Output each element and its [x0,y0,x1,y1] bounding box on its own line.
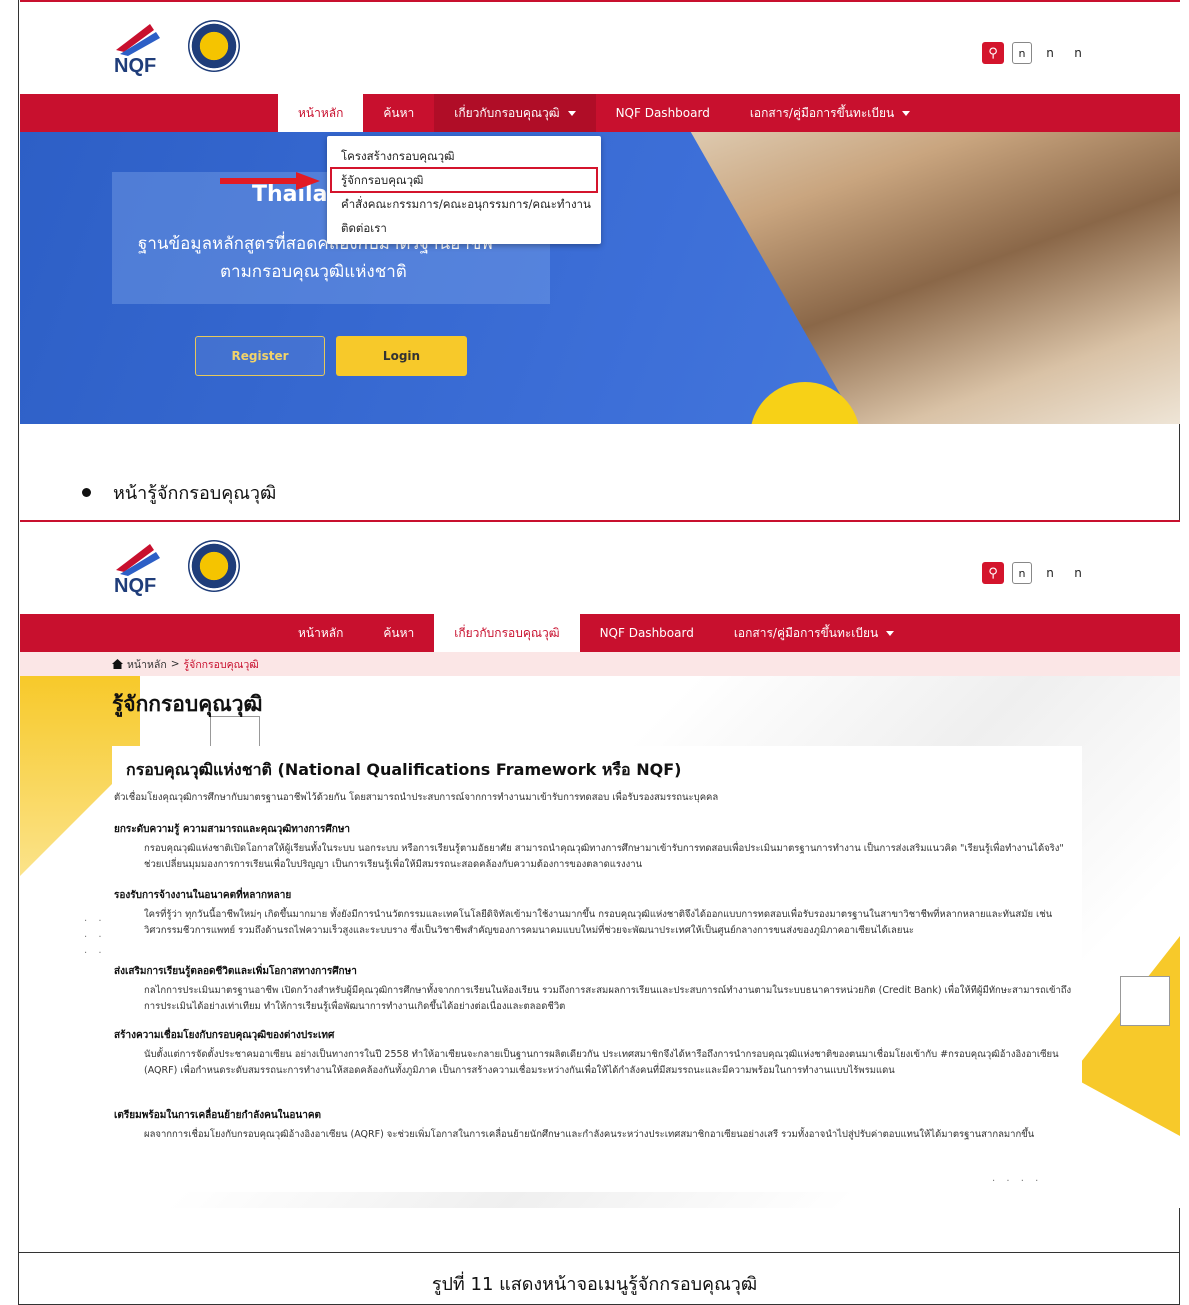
nav-dashboard[interactable]: NQF Dashboard [596,94,730,132]
breadcrumb-separator: > [170,658,180,670]
hero-photo [690,132,1180,424]
section-body: กลไกการประเมินมาตรฐานอาชีพ เปิดกว้างสำหร… [144,985,1072,1012]
nav-home[interactable]: หน้าหลัก [278,94,364,132]
screenshot-know-nqf-page: NQF ⚲ n n n หน้าหลัก ค้นหา เกี่ยวกับกรอบ… [20,520,1180,1250]
nav-documents[interactable]: เอกสาร/คู่มือการขึ้นทะเบียน [714,614,914,652]
header-tools: ⚲ n n n [982,562,1088,584]
breadcrumb: หน้าหลัก > รู้จักกรอบคุณวุฒิ [20,652,1180,676]
caret-down-icon [567,110,576,116]
hero-banner: Thailand ฐานข้อมูลหลักสูตรที่สอดคล้องกับ… [20,132,1180,424]
font-size-large[interactable]: n [1068,42,1088,64]
section-title: ยกระดับความรู้ ความสามารถและคุณวุฒิทางกา… [114,824,351,835]
font-size-medium[interactable]: n [1040,562,1060,584]
nav-about[interactable]: เกี่ยวกับกรอบคุณวุฒิ [434,94,596,132]
nav-dashboard[interactable]: NQF Dashboard [580,614,714,652]
menu-item-orders[interactable]: คำสั่งคณะกรรมการ/คณะอนุกรรมการ/คณะทำงาน [327,192,601,216]
section-title: ส่งเสริมการเรียนรู้ตลอดชีวิตและเพิ่มโอกา… [114,966,357,977]
section-body: ผลจากการเชื่อมโยงกับกรอบคุณวุฒิอ้างอิงอา… [144,1129,1035,1140]
caption-divider [18,1252,1180,1253]
section: เตรียมพร้อมในการเคลื่อนย้ายกำลังคนในอนาค… [114,1108,1076,1143]
menu-item-contact[interactable]: ติดต่อเรา [327,216,601,240]
figure-caption: รูปที่ 11 แสดงหน้าจอเมนูรู้จักกรอบคุณวุฒ… [431,1274,758,1295]
bullet-dot [82,488,91,497]
menu-item-structure[interactable]: โครงสร้างกรอบคุณวุฒิ [327,144,601,168]
nav-about-label: เกี่ยวกับกรอบคุณวุฒิ [454,105,560,120]
nav-documents-label: เอกสาร/คู่มือการขึ้นทะเบียน [749,105,895,120]
decor-square [1120,976,1170,1026]
nqf-logo[interactable]: NQF [110,540,174,598]
nav-search[interactable]: ค้นหา [363,94,434,132]
bullet-text: หน้ารู้จักกรอบคุณวุฒิ [113,483,277,504]
breadcrumb-home[interactable]: หน้าหลัก [127,656,167,673]
hero-subtitle-line2: ตามกรอบคุณวุฒิแห่งชาติ [220,262,407,282]
section: รองรับการจ้างงานในอนาคตที่หลากหลาย ใครที… [114,888,1076,939]
bullet-item: หน้ารู้จักกรอบคุณวุฒิ [82,478,276,507]
font-size-large[interactable]: n [1068,562,1088,584]
page-content: รู้จักกรอบคุณวุฒิ · · · · · · · · · · · … [20,676,1180,1208]
home-icon[interactable] [112,659,123,669]
seal-logo [188,20,240,72]
breadcrumb-current: รู้จักกรอบคุณวุฒิ [183,658,259,671]
main-nav: หน้าหลัก ค้นหา เกี่ยวกับกรอบคุณวุฒิ NQF … [20,94,1180,132]
svg-text:NQF: NQF [114,55,156,77]
main-nav: หน้าหลัก ค้นหา เกี่ยวกับกรอบคุณวุฒิ NQF … [20,614,1180,652]
search-icon[interactable]: ⚲ [982,42,1004,64]
seal-logo [188,540,240,592]
header-tools: ⚲ n n n [982,42,1088,64]
section: สร้างความเชื่อมโยงกับกรอบคุณวุฒิของต่างป… [114,1028,1076,1079]
content-panel: กรอบคุณวุฒิแห่งชาติ (National Qualificat… [112,746,1082,1192]
red-arrow-icon [220,172,320,190]
decor-dots: · · · · [992,1176,1043,1187]
section-title: รองรับการจ้างงานในอนาคตที่หลากหลาย [114,890,292,901]
login-button[interactable]: Login [336,336,467,376]
nqf-logo[interactable]: NQF [110,20,174,78]
font-size-toggle[interactable]: n [1012,562,1032,584]
content-heading: กรอบคุณวุฒิแห่งชาติ (National Qualificat… [126,760,682,779]
nav-search[interactable]: ค้นหา [363,614,434,652]
page-title: รู้จักกรอบคุณวุฒิ [112,692,263,716]
nav-documents[interactable]: เอกสาร/คู่มือการขึ้นทะเบียน [730,94,930,132]
about-dropdown-menu: โครงสร้างกรอบคุณวุฒิ รู้จักกรอบคุณวุฒิ ค… [327,136,601,244]
section: ยกระดับความรู้ ความสามารถและคุณวุฒิทางกา… [114,822,1076,873]
section-title: สร้างความเชื่อมโยงกับกรอบคุณวุฒิของต่างป… [114,1030,335,1041]
nav-documents-label: เอกสาร/คู่มือการขึ้นทะเบียน [733,625,879,640]
site-header: NQF ⚲ n n n [20,520,1180,614]
screenshot-home-menu: NQF ⚲ n n n หน้าหลัก ค้นหา เกี่ยวกับกรอบ… [20,0,1180,428]
site-header: NQF ⚲ n n n [20,0,1180,94]
content-intro: ตัวเชื่อมโยงคุณวุฒิการศึกษากับมาตรฐานอาช… [114,792,719,803]
nav-home[interactable]: หน้าหลัก [278,614,363,652]
caret-down-icon [886,630,895,636]
svg-text:NQF: NQF [114,575,156,597]
menu-item-know-nqf[interactable]: รู้จักกรอบคุณวุฒิ [330,167,598,193]
register-button[interactable]: Register [195,336,325,376]
font-size-toggle[interactable]: n [1012,42,1032,64]
font-size-medium[interactable]: n [1040,42,1060,64]
caret-down-icon [902,110,911,116]
search-icon[interactable]: ⚲ [982,562,1004,584]
section-title: เตรียมพร้อมในการเคลื่อนย้ายกำลังคนในอนาค… [114,1110,322,1121]
nav-about[interactable]: เกี่ยวกับกรอบคุณวุฒิ [434,614,580,652]
section: ส่งเสริมการเรียนรู้ตลอดชีวิตและเพิ่มโอกา… [114,964,1076,1015]
section-body: กรอบคุณวุฒิแห่งชาติเปิดโอกาสให้ผู้เรียนท… [144,843,1064,870]
section-body: ใครที่รู้ว่า ทุกวันนี้อาชีพใหม่ๆ เกิดขึ้… [144,909,1053,936]
section-body: นับตั้งแต่การจัดตั้งประชาคมอาเซียน อย่าง… [144,1049,1059,1076]
